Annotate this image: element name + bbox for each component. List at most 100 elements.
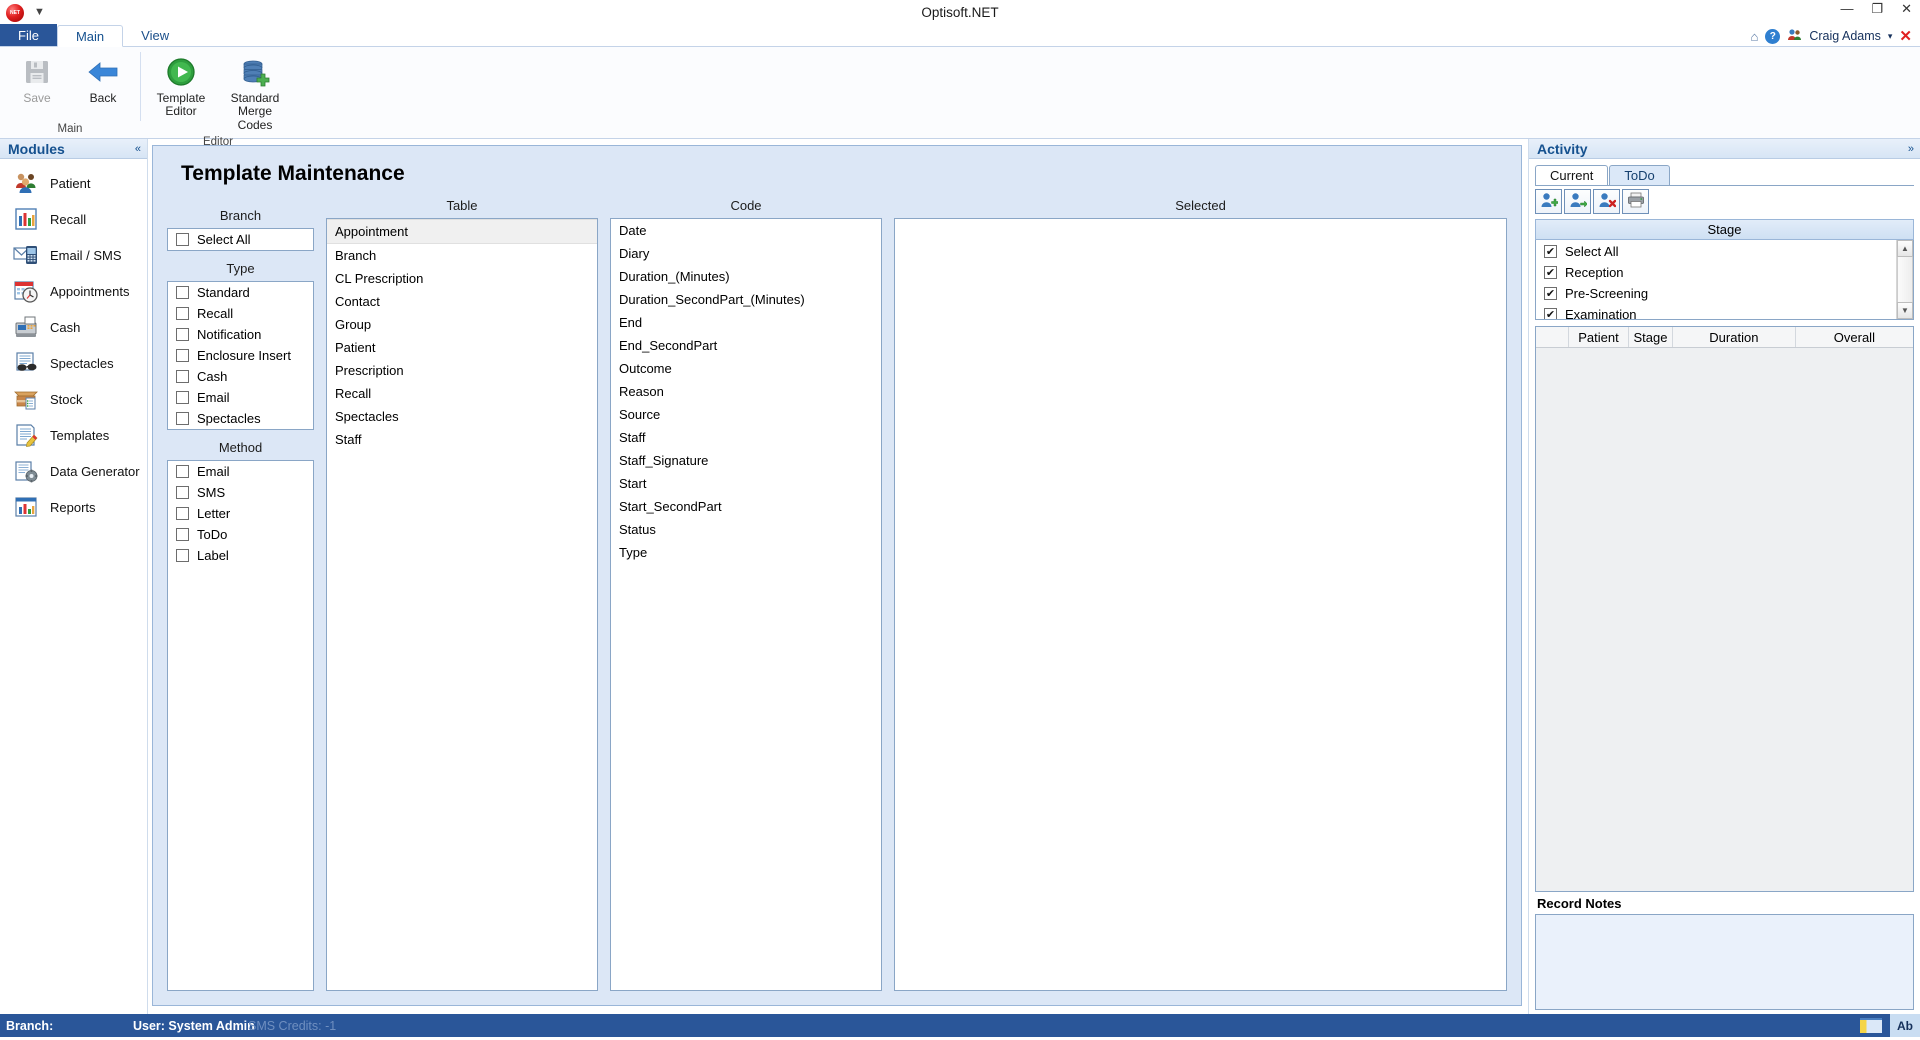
home-icon[interactable]: ⌂	[1750, 29, 1758, 44]
branch-checkbox-row[interactable]: Select All	[168, 229, 313, 250]
sidebar-collapse-icon[interactable]: «	[135, 143, 141, 155]
checkbox-icon[interactable]	[1544, 308, 1557, 319]
type-list[interactable]: Standard Recall Notification Enclosure I…	[167, 281, 314, 430]
stage-list[interactable]: Select All Reception Pre-Screening Exami…	[1535, 240, 1914, 320]
tab-current[interactable]: Current	[1535, 165, 1609, 185]
activity-expand-icon[interactable]: »	[1908, 143, 1914, 155]
code-list-item[interactable]: Type	[611, 541, 881, 564]
sidebar-item-templates[interactable]: Templates	[0, 417, 147, 453]
checkbox-icon[interactable]	[176, 412, 189, 425]
template-editor-button[interactable]: Template Editor	[146, 51, 216, 123]
code-list[interactable]: Date Diary Duration_(Minutes) Duration_S…	[610, 218, 882, 991]
user-dropdown-icon[interactable]: ▾	[1888, 31, 1893, 42]
table-list-item[interactable]: CL Prescription	[327, 267, 597, 290]
exit-icon[interactable]: ✕	[1899, 27, 1912, 45]
type-checkbox-row[interactable]: Spectacles	[168, 408, 313, 429]
method-checkbox-row[interactable]: SMS	[168, 482, 313, 503]
sidebar-item-reports[interactable]: Reports	[0, 489, 147, 525]
selected-list[interactable]	[894, 218, 1507, 991]
scrollbar-thumb[interactable]	[1897, 257, 1913, 302]
grid-col-overall[interactable]: Overall	[1796, 327, 1913, 347]
type-checkbox-row[interactable]: Standard	[168, 282, 313, 303]
checkbox-icon[interactable]	[176, 486, 189, 499]
checkbox-icon[interactable]	[176, 233, 189, 246]
method-checkbox-row[interactable]: Email	[168, 461, 313, 482]
sidebar-item-spectacles[interactable]: Spectacles	[0, 345, 147, 381]
checkbox-icon[interactable]	[176, 370, 189, 383]
type-checkbox-row[interactable]: Notification	[168, 324, 313, 345]
sidebar-item-appointments[interactable]: Appointments	[0, 273, 147, 309]
method-checkbox-row[interactable]: Letter	[168, 503, 313, 524]
stage-checkbox-row[interactable]: Examination	[1536, 304, 1896, 319]
print-button[interactable]	[1622, 189, 1649, 214]
checkbox-icon[interactable]	[176, 307, 189, 320]
sidebar-item-recall[interactable]: Recall	[0, 201, 147, 237]
code-list-item[interactable]: Start	[611, 472, 881, 495]
sidebar-item-patient[interactable]: Patient	[0, 165, 147, 201]
checkbox-icon[interactable]	[1544, 245, 1557, 258]
checkbox-icon[interactable]	[176, 528, 189, 541]
code-list-item[interactable]: Reason	[611, 380, 881, 403]
standard-merge-codes-button[interactable]: Standard Merge Codes	[220, 51, 290, 136]
code-list-item[interactable]: Source	[611, 403, 881, 426]
back-button[interactable]: Back	[72, 51, 134, 109]
checkbox-icon[interactable]	[1544, 287, 1557, 300]
code-list-item[interactable]: Start_SecondPart	[611, 495, 881, 518]
minimize-button[interactable]: —	[1840, 2, 1853, 15]
close-button[interactable]: ✕	[1901, 2, 1912, 15]
stage-checkbox-row[interactable]: Reception	[1536, 262, 1896, 283]
restore-button[interactable]: ❐	[1871, 2, 1883, 15]
table-list-item[interactable]: Group	[327, 313, 597, 336]
code-list-item[interactable]: Diary	[611, 242, 881, 265]
remove-person-button[interactable]	[1593, 189, 1620, 214]
branch-list[interactable]: Select All	[167, 228, 314, 251]
table-list-item[interactable]: Staff	[327, 428, 597, 451]
type-checkbox-row[interactable]: Enclosure Insert	[168, 345, 313, 366]
grid-col-indicator[interactable]	[1536, 327, 1569, 347]
checkbox-icon[interactable]	[176, 286, 189, 299]
table-list-item[interactable]: Contact	[327, 290, 597, 313]
code-list-item[interactable]: End_SecondPart	[611, 334, 881, 357]
checkbox-icon[interactable]	[176, 507, 189, 520]
move-person-button[interactable]	[1564, 189, 1591, 214]
checkbox-icon[interactable]	[1544, 266, 1557, 279]
add-person-button[interactable]	[1535, 189, 1562, 214]
stage-checkbox-row[interactable]: Select All	[1536, 241, 1896, 262]
method-checkbox-row[interactable]: ToDo	[168, 524, 313, 545]
status-ab-indicator[interactable]: Ab	[1890, 1014, 1920, 1037]
tab-todo[interactable]: ToDo	[1609, 165, 1670, 185]
sidebar-item-data-generator[interactable]: Data Generator	[0, 453, 147, 489]
sidebar-item-cash[interactable]: Cash	[0, 309, 147, 345]
checkbox-icon[interactable]	[176, 465, 189, 478]
record-notes-field[interactable]	[1535, 914, 1914, 1010]
grid-col-stage[interactable]: Stage	[1629, 327, 1673, 347]
table-list-item[interactable]: Prescription	[327, 359, 597, 382]
method-list[interactable]: Email SMS Letter ToDo Label	[167, 460, 314, 991]
table-list-item[interactable]: Appointment	[327, 219, 597, 244]
tab-main[interactable]: Main	[56, 25, 124, 47]
code-list-item[interactable]: Duration_(Minutes)	[611, 265, 881, 288]
save-button[interactable]: Save	[6, 51, 68, 109]
code-list-item[interactable]: Staff_Signature	[611, 449, 881, 472]
checkbox-icon[interactable]	[176, 549, 189, 562]
grid-col-patient[interactable]: Patient	[1569, 327, 1629, 347]
code-list-item[interactable]: Duration_SecondPart_(Minutes)	[611, 288, 881, 311]
table-list-item[interactable]: Branch	[327, 244, 597, 267]
code-list-item[interactable]: Date	[611, 219, 881, 242]
type-checkbox-row[interactable]: Cash	[168, 366, 313, 387]
table-list-item[interactable]: Spectacles	[327, 405, 597, 428]
checkbox-icon[interactable]	[176, 349, 189, 362]
code-list-item[interactable]: End	[611, 311, 881, 334]
table-list[interactable]: Appointment Branch CL Prescription Conta…	[326, 218, 598, 991]
scroll-down-button[interactable]: ▼	[1897, 302, 1913, 319]
checkbox-icon[interactable]	[176, 328, 189, 341]
type-checkbox-row[interactable]: Email	[168, 387, 313, 408]
code-list-item[interactable]: Status	[611, 518, 881, 541]
method-checkbox-row[interactable]: Label	[168, 545, 313, 566]
scroll-up-button[interactable]: ▲	[1897, 240, 1913, 257]
status-chip-icon[interactable]	[1860, 1018, 1882, 1033]
sidebar-item-stock[interactable]: Stock	[0, 381, 147, 417]
checkbox-icon[interactable]	[176, 391, 189, 404]
code-list-item[interactable]: Outcome	[611, 357, 881, 380]
activity-grid-body[interactable]	[1536, 348, 1913, 891]
